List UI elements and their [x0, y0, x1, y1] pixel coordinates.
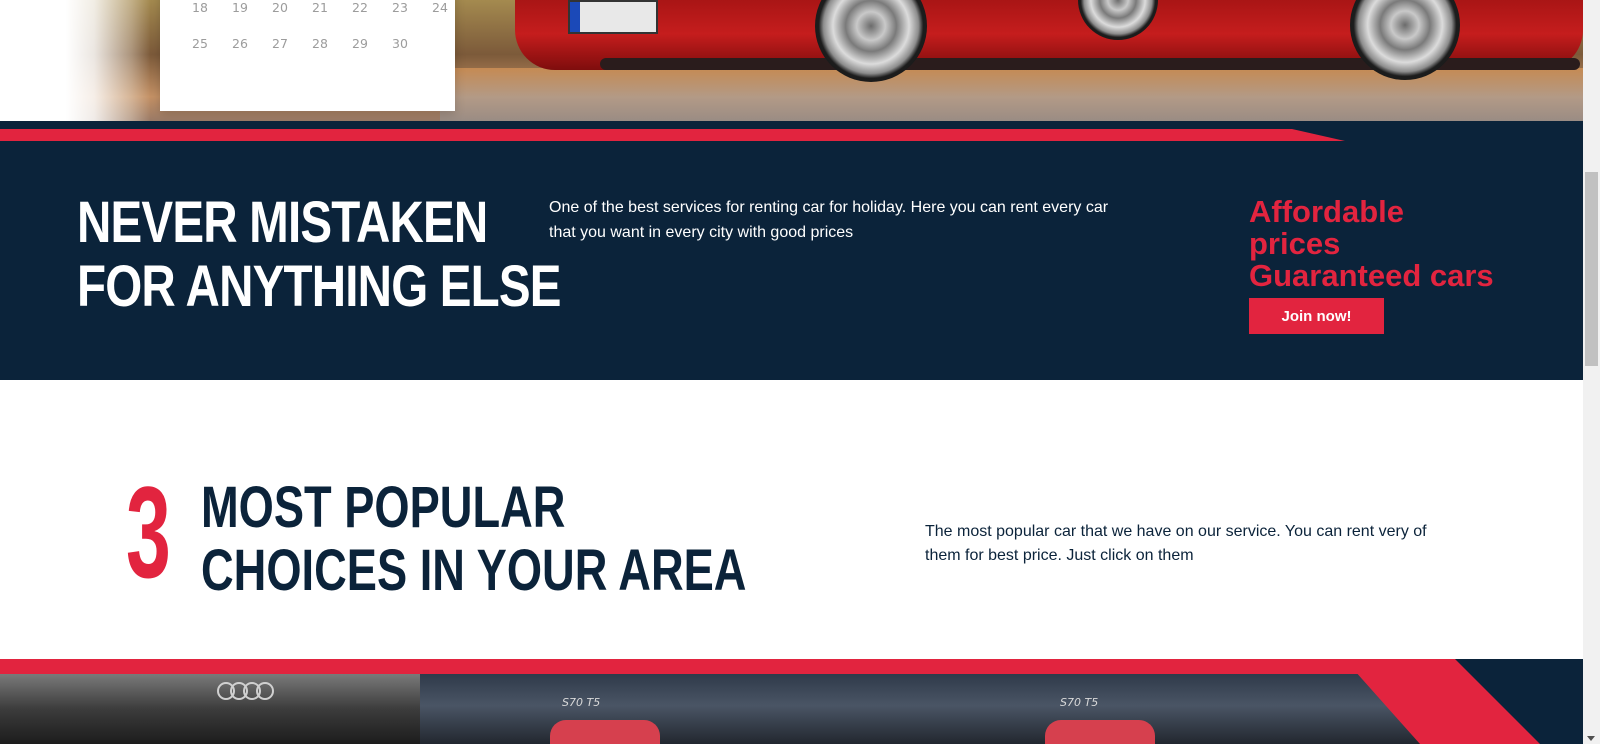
promo-line-3: Guaranteed cars — [1249, 258, 1494, 293]
calendar-day[interactable]: 21 — [300, 0, 340, 15]
calendar-week-row: 18 19 20 21 22 23 24 — [180, 0, 460, 15]
calendar-day[interactable]: 29 — [340, 36, 380, 51]
chevron-down-icon[interactable] — [1587, 736, 1595, 741]
calendar-day[interactable]: 18 — [180, 0, 220, 15]
feature-title-line-1: NEVER MISTAKEN — [77, 190, 488, 255]
calendar-week-row: 25 26 27 28 29 30 — [180, 36, 460, 51]
vertical-scrollbar[interactable] — [1583, 0, 1600, 744]
calendar-day[interactable]: 22 — [340, 0, 380, 15]
calendar-day[interactable]: 19 — [220, 0, 260, 15]
join-now-button[interactable]: Join now! — [1249, 298, 1384, 334]
date-picker-calendar: 18 19 20 21 22 23 24 25 26 27 28 29 30 — [160, 0, 455, 111]
calendar-day[interactable]: 23 — [380, 0, 420, 15]
feature-title-line-2: FOR ANYTHING ELSE — [77, 254, 562, 319]
tail-light — [550, 720, 660, 744]
car-rear-photo-tile[interactable]: S70 T5 — [420, 674, 940, 744]
calendar-day[interactable]: 28 — [300, 36, 340, 51]
license-plate — [568, 0, 658, 34]
red-accent-stripe — [0, 121, 1583, 141]
calendar-day[interactable]: 20 — [260, 0, 300, 15]
car-gallery: S70 T5 S70 T5 — [0, 674, 1583, 744]
promo-line-2: prices — [1249, 226, 1341, 261]
calendar-day[interactable] — [420, 36, 460, 51]
calendar-day[interactable]: 25 — [180, 36, 220, 51]
popular-title-line-2: CHOICES IN YOUR AREA — [201, 538, 747, 603]
model-badge: S70 T5 — [562, 696, 601, 709]
engine-photo-tile[interactable] — [0, 674, 420, 744]
calendar-day[interactable]: 26 — [220, 36, 260, 51]
popular-section-title: MOST POPULAR CHOICES IN YOUR AREA — [201, 476, 746, 602]
eu-flag-strip — [570, 2, 580, 32]
calendar-day[interactable]: 27 — [260, 36, 300, 51]
car-rear-photo-tile[interactable]: S70 T5 — [900, 674, 1420, 744]
feature-band-description: One of the best services for renting car… — [549, 199, 1109, 241]
audi-rings-logo — [217, 682, 274, 700]
popular-count-number: 3 — [126, 459, 171, 605]
popular-section-description: The most popular car that we have on our… — [925, 523, 1427, 564]
feature-band-promo: Affordable prices Guaranteed cars — [1249, 196, 1494, 292]
tail-light — [1045, 720, 1155, 744]
calendar-day[interactable]: 30 — [380, 36, 420, 51]
popular-title-line-1: MOST POPULAR — [201, 475, 566, 540]
feature-band-title: NEVER MISTAKEN FOR ANYTHING ELSE — [77, 190, 562, 319]
scrollbar-thumb[interactable] — [1585, 172, 1598, 366]
calendar-day[interactable]: 24 — [420, 0, 460, 15]
model-badge: S70 T5 — [1060, 696, 1099, 709]
promo-line-1: Affordable — [1249, 194, 1404, 229]
